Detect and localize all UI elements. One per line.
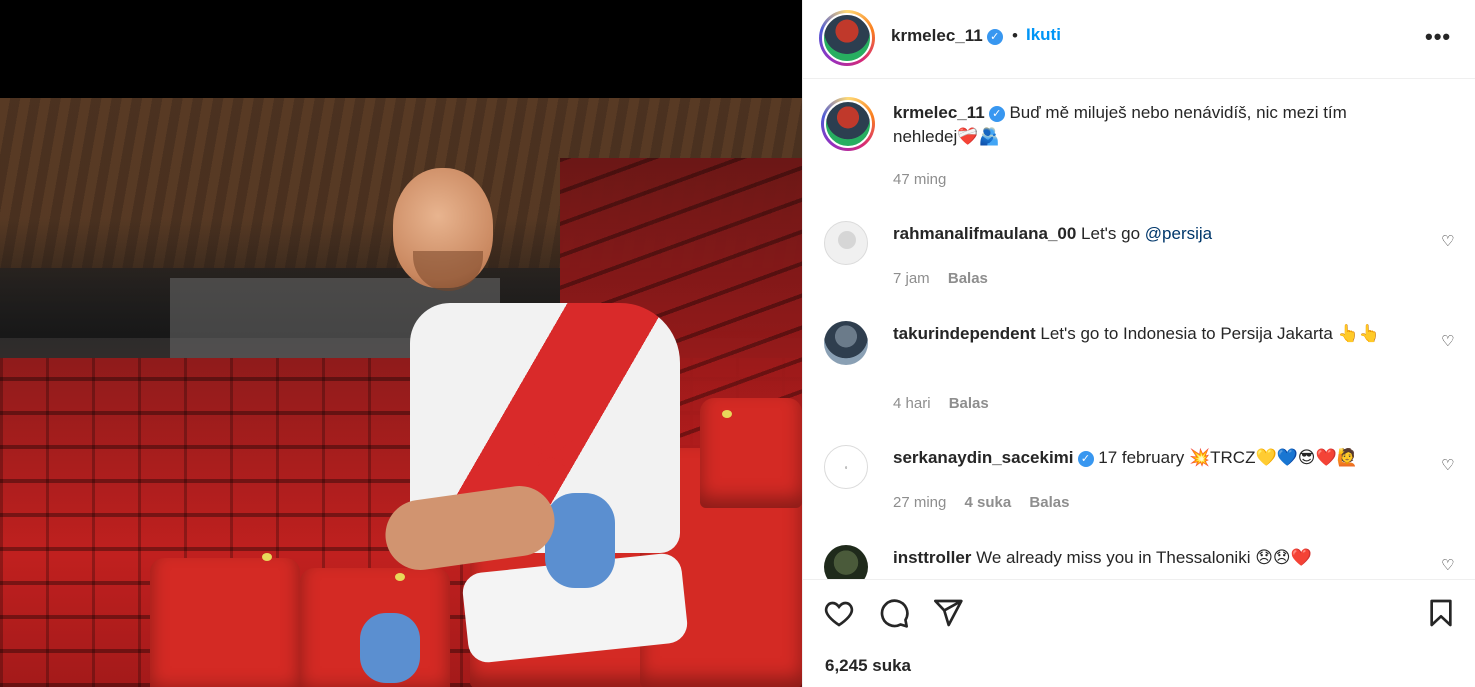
comment-text: Let's go bbox=[1081, 224, 1145, 243]
comment-text: We already miss you in Thessaloniki 😞😞❤️ bbox=[976, 548, 1312, 567]
comment-like-icon[interactable]: ♡ bbox=[1441, 332, 1454, 350]
comment-text: 17 february 💥TRCZ💛💙😎❤️🙋 bbox=[1098, 448, 1358, 467]
follow-button[interactable]: Ikuti bbox=[1026, 25, 1061, 45]
comment: insttroller We already miss you in Thess… bbox=[893, 546, 1413, 570]
verified-badge-icon: ✓ bbox=[986, 29, 1003, 45]
comment-username[interactable]: serkanaydin_sacekimi bbox=[893, 448, 1074, 467]
likes-count[interactable]: 6,245 suka bbox=[825, 656, 911, 676]
action-bar: 6,245 suka bbox=[803, 579, 1475, 687]
post-header: krmelec_11 ✓ • Ikuti ••• bbox=[803, 0, 1475, 79]
comment-likes[interactable]: 4 suka bbox=[965, 494, 1012, 511]
share-icon[interactable] bbox=[932, 597, 966, 631]
comment: takurindependent Let's go to Indonesia t… bbox=[893, 322, 1413, 346]
commenter-avatar[interactable] bbox=[824, 545, 868, 579]
post-sidebar: krmelec_11 ✓ • Ikuti ••• krmelec_11 ✓ Buď … bbox=[802, 0, 1475, 687]
caption-avatar[interactable] bbox=[821, 97, 875, 151]
commenter-avatar[interactable] bbox=[824, 321, 868, 365]
verified-badge-icon: ✓ bbox=[988, 106, 1005, 122]
comment: serkanaydin_sacekimi ✓ 17 february 💥TRCZ💛… bbox=[893, 446, 1413, 470]
caption-username[interactable]: krmelec_11 bbox=[893, 103, 985, 122]
comment-icon[interactable] bbox=[878, 597, 912, 631]
more-options-icon[interactable]: ••• bbox=[1425, 24, 1451, 50]
post-media[interactable]: ★ bbox=[0, 0, 802, 687]
comment-like-icon[interactable]: ♡ bbox=[1441, 232, 1454, 250]
comment-username[interactable]: rahmanalifmaulana_00 bbox=[893, 224, 1076, 243]
comment: rahmanalifmaulana_00 Let's go @persija bbox=[893, 222, 1413, 246]
instagram-post-view: ★ krmelec_11 ✓ • Ikuti ••• krmelec_11 ✓ … bbox=[0, 0, 1475, 687]
verified-badge-icon: ✓ bbox=[1077, 451, 1094, 467]
commenter-avatar[interactable]: ◦ bbox=[824, 445, 868, 489]
author-avatar[interactable] bbox=[819, 10, 875, 66]
default-avatar-icon[interactable] bbox=[824, 221, 868, 265]
reply-button[interactable]: Balas bbox=[1029, 494, 1069, 511]
caption: krmelec_11 ✓ Buď mě miluješ nebo nenávidí… bbox=[893, 101, 1413, 149]
comment-time[interactable]: 4 hari bbox=[893, 395, 931, 412]
comment-like-icon[interactable]: ♡ bbox=[1441, 556, 1454, 574]
comment-like-icon[interactable]: ♡ bbox=[1441, 456, 1454, 474]
bookmark-icon[interactable] bbox=[1425, 597, 1459, 631]
comment-time[interactable]: 7 jam bbox=[893, 270, 930, 287]
post-photo: ★ bbox=[0, 98, 802, 687]
comment-username[interactable]: insttroller bbox=[893, 548, 971, 567]
reply-button[interactable]: Balas bbox=[948, 270, 988, 287]
separator-dot: • bbox=[1012, 26, 1018, 45]
comments-list[interactable]: krmelec_11 ✓ Buď mě miluješ nebo nenávidí… bbox=[803, 80, 1475, 579]
comment-meta: 7 jam Balas bbox=[893, 270, 1002, 287]
comment-meta: 4 hari Balas bbox=[893, 395, 1003, 412]
player-figure: ★ bbox=[355, 163, 745, 687]
heart-icon[interactable] bbox=[823, 597, 857, 631]
comment-meta: 27 ming 4 suka Balas bbox=[893, 494, 1083, 511]
mention-link[interactable]: @persija bbox=[1145, 224, 1212, 243]
comment-username[interactable]: takurindependent bbox=[893, 324, 1036, 343]
comment-time[interactable]: 27 ming bbox=[893, 494, 946, 511]
comment-text: Let's go to Indonesia to Persija Jakarta… bbox=[1040, 324, 1380, 343]
caption-meta: 47 ming bbox=[893, 171, 960, 188]
reply-button[interactable]: Balas bbox=[949, 395, 989, 412]
author-username[interactable]: krmelec_11 ✓ bbox=[891, 26, 1003, 46]
caption-time[interactable]: 47 ming bbox=[893, 171, 946, 188]
